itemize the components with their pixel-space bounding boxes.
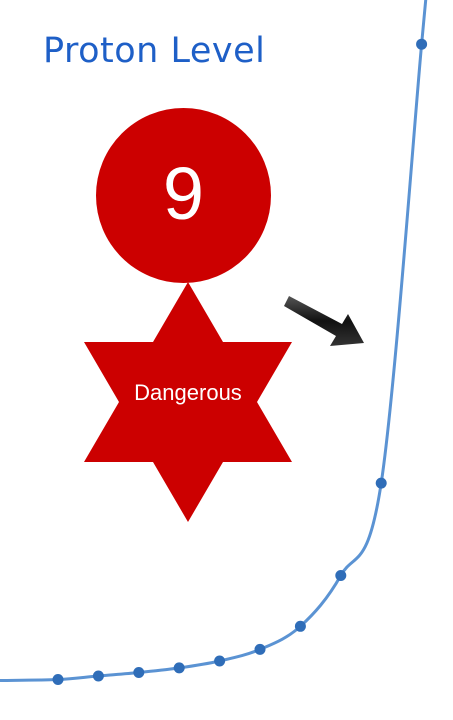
series-line (0, 0, 428, 682)
data-point (294, 620, 306, 632)
data-point (416, 38, 428, 50)
proton-level-curve (0, 0, 428, 685)
data-point (214, 655, 226, 667)
data-point (52, 674, 64, 685)
data-point (92, 670, 104, 682)
data-point (254, 643, 266, 655)
data-point (133, 667, 145, 678)
data-point (335, 570, 347, 581)
data-point (173, 662, 185, 674)
data-point (375, 477, 387, 489)
